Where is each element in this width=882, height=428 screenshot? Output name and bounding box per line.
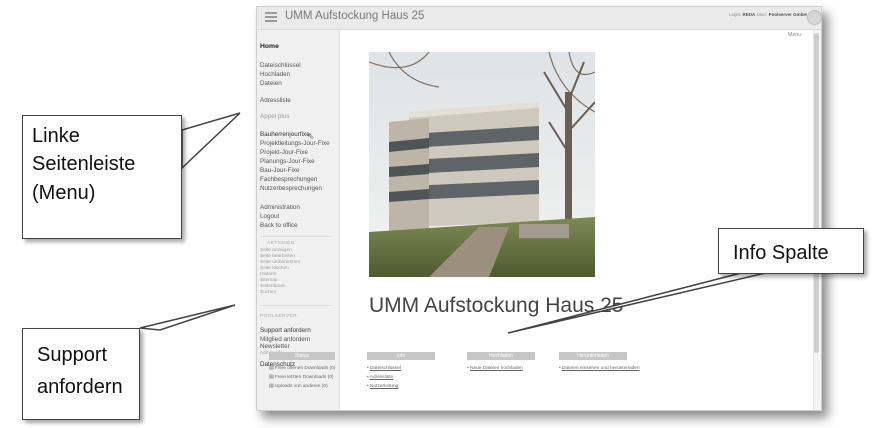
support-callout-line: anfordern bbox=[37, 376, 123, 398]
info-callout-label: Info Spalte bbox=[733, 242, 829, 264]
sidebar-callout-line: (Menu) bbox=[32, 181, 96, 204]
sidebar-callout-line: Linke bbox=[32, 125, 80, 147]
support-callout-line: Support bbox=[37, 344, 108, 366]
sidebar-callout-line: Seitenleiste bbox=[32, 153, 136, 176]
info-callout-pointer bbox=[507, 271, 771, 334]
info-callout: Info Spalte bbox=[718, 228, 864, 274]
support-callout: Support anfordern bbox=[22, 328, 140, 420]
sidebar-callout-pointer bbox=[181, 112, 241, 170]
sidebar-callout: Linke Seitenleiste (Menu) bbox=[22, 115, 182, 239]
support-callout-pointer bbox=[139, 304, 236, 331]
